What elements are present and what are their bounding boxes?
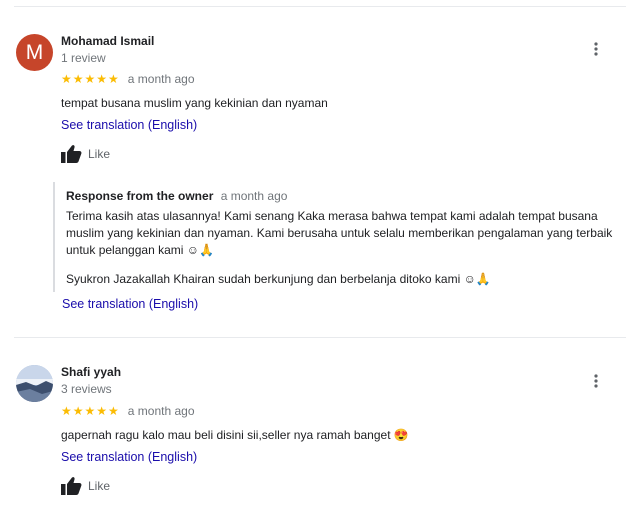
star-rating: ★★★★★ [61, 404, 120, 418]
thumbs-up-icon [61, 477, 82, 495]
more-options-button[interactable] [588, 372, 604, 390]
like-label: Like [88, 479, 111, 493]
like-button[interactable]: Like [60, 475, 110, 497]
review-text: gapernah ragu kalo mau beli disini sii,s… [61, 428, 409, 442]
more-vert-icon [594, 374, 598, 388]
see-translation-link[interactable]: See translation (English) [61, 450, 197, 464]
reviewer-review-count: 3 reviews [61, 382, 112, 396]
review-card: Shafi yyah 3 reviews ★★★★★ a month ago g… [0, 0, 640, 507]
rating-row: ★★★★★ a month ago [61, 403, 195, 419]
reviewer-name[interactable]: Shafi yyah [61, 365, 121, 379]
review-time: a month ago [127, 404, 195, 418]
landscape-photo-avatar[interactable] [16, 365, 53, 402]
